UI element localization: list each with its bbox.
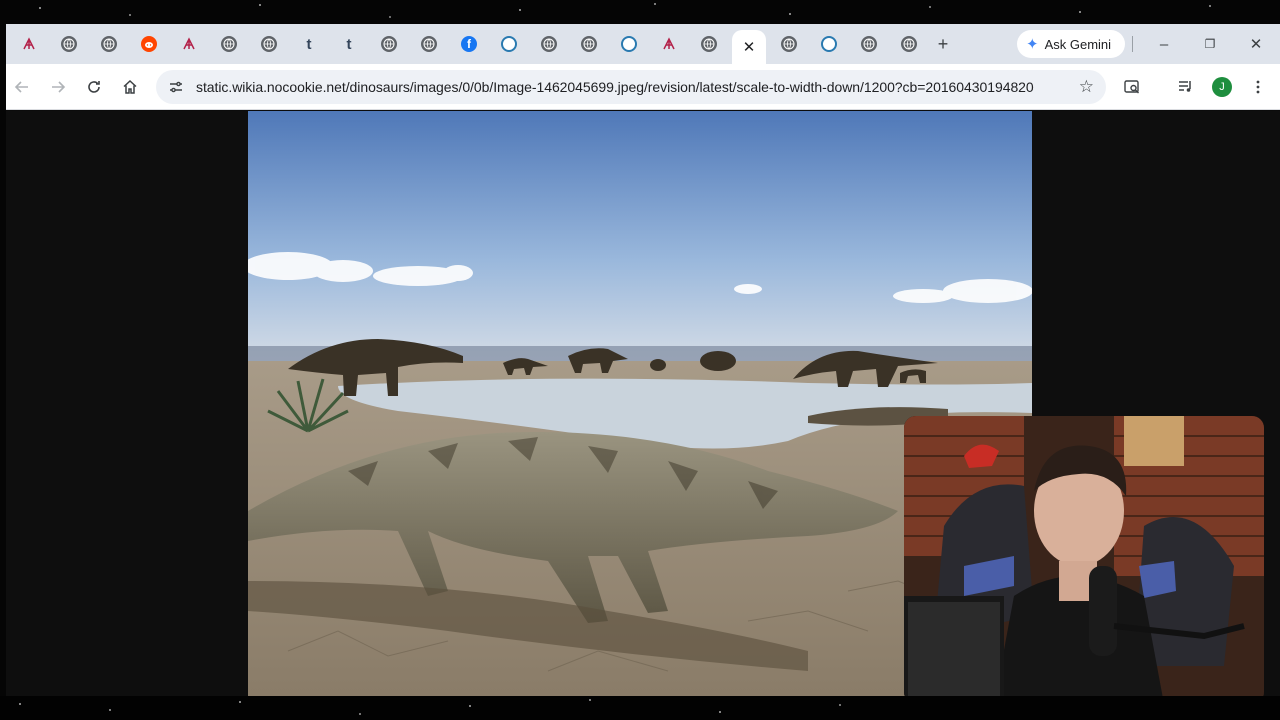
- close-icon[interactable]: ✕: [743, 40, 756, 55]
- browser-tab[interactable]: [412, 30, 446, 58]
- address-bar[interactable]: static.wikia.nocookie.net/dinosaurs/imag…: [156, 70, 1106, 104]
- back-arrow-icon: [14, 81, 28, 93]
- wikia-icon: [21, 36, 37, 52]
- globe-icon: [421, 36, 437, 52]
- home-icon: [123, 79, 137, 94]
- home-button[interactable]: [118, 75, 142, 99]
- ask-gemini-label: Ask Gemini: [1044, 36, 1112, 52]
- site-info-icon[interactable]: [166, 77, 186, 97]
- browser-tab[interactable]: [252, 30, 286, 58]
- browser-tab[interactable]: [92, 30, 126, 58]
- tumblr-icon: t: [306, 35, 312, 53]
- globe-icon: [781, 36, 797, 52]
- wikia-icon: [181, 36, 197, 52]
- globe-icon: [261, 36, 277, 52]
- globe-icon: [701, 36, 717, 52]
- kebab-menu-icon: [1256, 80, 1260, 94]
- browser-tab[interactable]: [492, 30, 526, 58]
- globe-icon: [901, 36, 917, 52]
- browser-tab[interactable]: [52, 30, 86, 58]
- minimize-button[interactable]: –: [1152, 32, 1176, 56]
- restore-button[interactable]: ❐: [1198, 32, 1222, 56]
- browser-tab[interactable]: [692, 30, 726, 58]
- reload-icon: [88, 81, 100, 93]
- new-tab-button[interactable]: +: [932, 33, 954, 55]
- browser-tab[interactable]: f: [452, 30, 486, 58]
- browser-tab[interactable]: [172, 30, 206, 58]
- browser-tab[interactable]: [812, 30, 846, 58]
- wikipedia-icon: [821, 36, 837, 52]
- browser-tab[interactable]: [372, 30, 406, 58]
- media-control-button[interactable]: [1174, 75, 1198, 99]
- menu-button[interactable]: [1246, 75, 1270, 99]
- browser-tab[interactable]: [572, 30, 606, 58]
- search-tabs-button[interactable]: [1120, 75, 1144, 99]
- back-button[interactable]: [10, 75, 34, 99]
- reload-button[interactable]: [82, 75, 106, 99]
- browser-tab[interactable]: [532, 30, 566, 58]
- browser-tab[interactable]: [772, 30, 806, 58]
- browser-tab[interactable]: [12, 30, 46, 58]
- tab-search-icon: [1124, 80, 1139, 94]
- divider: [1132, 36, 1133, 52]
- globe-icon: [61, 36, 77, 52]
- wikipedia-icon: [501, 36, 517, 52]
- url-text[interactable]: static.wikia.nocookie.net/dinosaurs/imag…: [196, 79, 1056, 95]
- tumblr-icon: t: [346, 35, 352, 53]
- browser-tab[interactable]: ✕: [732, 30, 766, 64]
- wikipedia-icon: [621, 36, 637, 52]
- browser-tab[interactable]: [612, 30, 646, 58]
- background-strip: [0, 696, 1280, 720]
- music-queue-icon: [1179, 81, 1191, 92]
- browser-tab[interactable]: [852, 30, 886, 58]
- ask-gemini-button[interactable]: ✦ Ask Gemini: [1017, 30, 1125, 58]
- browser-tab[interactable]: t: [332, 30, 366, 58]
- facebook-icon: f: [461, 36, 477, 52]
- browser-tab[interactable]: [132, 30, 166, 58]
- reddit-icon: [141, 36, 157, 52]
- globe-icon: [101, 36, 117, 52]
- wikia-icon: [661, 36, 677, 52]
- browser-tab[interactable]: [652, 30, 686, 58]
- globe-icon: [861, 36, 877, 52]
- profile-avatar[interactable]: J: [1212, 77, 1232, 97]
- globe-icon: [541, 36, 557, 52]
- globe-icon: [381, 36, 397, 52]
- close-window-button[interactable]: ✕: [1244, 32, 1268, 56]
- webcam-overlay: [904, 416, 1264, 704]
- browser-tab[interactable]: [892, 30, 926, 58]
- browser-tab[interactable]: [212, 30, 246, 58]
- bookmark-star-icon[interactable]: ☆: [1079, 77, 1094, 97]
- globe-icon: [221, 36, 237, 52]
- globe-icon: [581, 36, 597, 52]
- browser-tab[interactable]: t: [292, 30, 326, 58]
- forward-arrow-icon: [52, 81, 66, 93]
- toolbar: static.wikia.nocookie.net/dinosaurs/imag…: [6, 64, 1280, 110]
- forward-button[interactable]: [46, 75, 70, 99]
- tab-strip: + ✦ Ask Gemini – ❐ ✕ t t f ✕: [6, 24, 1280, 64]
- gemini-sparkle-icon: ✦: [1026, 36, 1039, 53]
